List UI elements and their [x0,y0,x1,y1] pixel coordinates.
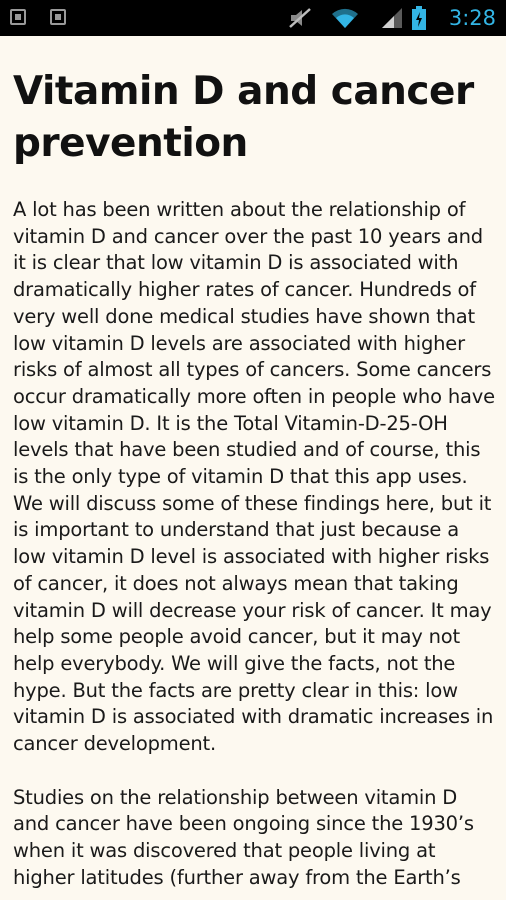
wifi-icon [332,8,358,28]
status-time: 3:28 [448,6,496,30]
notification-icon [10,9,26,25]
signal-icon [382,8,402,28]
article-paragraph: A lot has been written about the relatio… [13,198,495,756]
battery-icon [412,6,426,30]
article-paragraph: Studies on the relationship between vita… [13,785,474,889]
mute-icon [289,8,311,28]
notification-icon [50,9,66,25]
article-title: Vitamin D and cancer prevention [13,69,474,166]
status-bar: 3:28 [0,0,506,36]
article: Vitamin D and cancer prevention A lot ha… [13,36,497,892]
